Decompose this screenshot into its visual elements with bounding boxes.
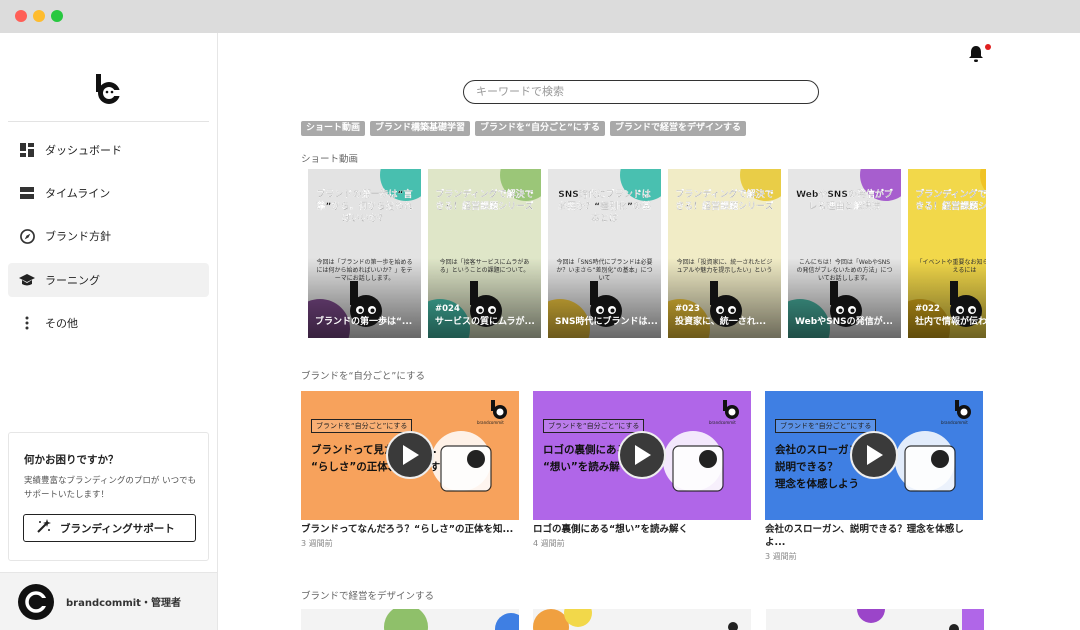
thumbnail-tag: ブランドを“自分ごと”にする	[775, 419, 877, 433]
sidebar-item-learning[interactable]: ラーニング	[8, 263, 209, 297]
short-video-card[interactable]: ブランドの第一歩は“言葉”から。何から始めればいいか？今回は「ブランドの第一歩を…	[308, 169, 421, 338]
more-vertical-icon	[19, 315, 35, 331]
thumbnail-tag: ブランドを“自分ごと”にする	[311, 419, 413, 433]
section-title-shorts: ショート動画	[301, 154, 359, 165]
section-title-jibungoto: ブランドを“自分ごと”にする	[301, 371, 425, 382]
branding-support-button[interactable]: ブランディングサポート	[23, 514, 196, 542]
short-headline: ブランディングで解決できる！経営課題シリーズ	[675, 190, 774, 212]
thumbnail-line: “想い”を読み解く	[543, 461, 631, 473]
maximize-window-button[interactable]	[51, 10, 63, 22]
brandcommit-logo	[489, 400, 509, 420]
video-title[interactable]: ロゴの裏側にある“想い”を読み解く	[533, 523, 751, 536]
brand-word: brandcommit	[941, 420, 968, 425]
short-headline: SNS時代にブランドは必要か？“差別化”の基本とは	[558, 190, 651, 224]
short-headline: ブランディングで解決できる！経営課題シリーズ	[915, 190, 986, 212]
shorts-row: ブランドの第一歩は“言葉”から。何から始めればいいか？今回は「ブランドの第一歩を…	[308, 169, 986, 338]
tag-list: ショート動画 ブランド構築基礎学習 ブランドを“自分ごと”にする ブランドで経営…	[301, 121, 746, 136]
thumbnail-tag: ブランドを“自分ごと”にする	[543, 419, 645, 433]
search-input[interactable]: キーワードで検索	[463, 80, 819, 104]
video-date: 3 週間前	[301, 539, 333, 548]
video-thumbnail[interactable]: ブランドを“自分ごと”にする ブランドって見た目だけ… “らしさ”の正体、教えます b…	[301, 391, 519, 520]
short-caption: ブランドの第一歩は“...	[315, 317, 413, 327]
brandcommit-logo	[953, 400, 973, 420]
user-bar[interactable]: brandcommit・管理者	[0, 572, 217, 630]
sidebar-item-timeline[interactable]: タイムライン	[8, 176, 209, 210]
help-text: 実績豊富なブランディングのプロが いつでもサポートいたします！	[24, 476, 197, 500]
video-card[interactable]: ブランドを“自分ごと”にする ブランドって見た目だけ… “らしさ”の正体、教えます b…	[301, 391, 519, 549]
video-date: 3 週間前	[765, 552, 797, 561]
thumbnail-line: ロゴの裏側にある	[543, 444, 627, 456]
window-titlebar	[0, 0, 1080, 33]
brandcommit-logo[interactable]	[94, 73, 124, 105]
video-title[interactable]: 会社のスローガン、説明できる？理念を体感しよ...	[765, 523, 983, 549]
brandcommit-avatar	[18, 583, 54, 620]
help-title: 何かお困りですか？	[24, 454, 119, 466]
user-name: brandcommit・管理者	[66, 598, 181, 609]
short-caption: 社内で情報が伝わら...	[915, 317, 986, 327]
short-caption: サービスの質にムラが...	[435, 317, 535, 327]
video-date: 4 週間前	[533, 539, 565, 548]
bell-icon[interactable]	[968, 45, 984, 63]
section-title-keiei: ブランドで経営をデザインする	[301, 591, 435, 602]
short-number: #022	[915, 304, 940, 314]
video-thumbnail[interactable]: ブランドを“自分ごと”にする ロゴの裏側にある “想い”を読み解く brandcomm…	[533, 391, 751, 520]
short-video-card[interactable]: ブランディングで解決できる！経営課題シリーズ今回は「接客サービスにムラがある」と…	[428, 169, 541, 338]
short-caption: SNS時代にブランドは...	[555, 317, 657, 327]
tag-jibungoto[interactable]: ブランドを“自分ごと”にする	[475, 121, 605, 136]
brandcommit-logo	[721, 400, 741, 420]
help-card: 何かお困りですか？ 実績豊富なブランディングのプロが いつでもサポートいたします…	[8, 432, 209, 561]
video-card[interactable]: ブランドを“自分ごと”にする ロゴの裏側にある “想い”を読み解く brandcomm…	[533, 391, 751, 549]
play-icon[interactable]	[850, 431, 898, 479]
video-title[interactable]: ブランドってなんだろう？“らしさ”の正体を知...	[301, 523, 519, 536]
magic-wand-icon	[36, 519, 51, 537]
short-headline: ブランディングで解決できる！経営課題シリーズ	[435, 190, 534, 212]
sidebar-item-dashboard[interactable]: ダッシュボード	[8, 133, 209, 167]
short-video-card[interactable]: WebやSNSの発信がブレる理由と解決法こんにちは！今回は「WebやSNSの発信…	[788, 169, 901, 338]
minimize-window-button[interactable]	[33, 10, 45, 22]
short-number: #024	[435, 304, 460, 314]
tag-keiei[interactable]: ブランドで経営をデザインする	[609, 121, 746, 136]
close-window-button[interactable]	[15, 10, 27, 22]
graduation-cap-icon	[19, 272, 35, 288]
short-video-card[interactable]: ブランディングで解決できる！経営課題シリーズ今回は「投資家に、統一されたビジュア…	[668, 169, 781, 338]
short-number: #023	[675, 304, 700, 314]
sidebar-item-brand-policy[interactable]: ブランド方針	[8, 219, 209, 253]
sidebar-item-other[interactable]: その他	[8, 306, 209, 340]
sidebar-item-label: ダッシュボード	[45, 144, 122, 157]
sidebar-item-label: ラーニング	[45, 274, 100, 287]
video-card[interactable]: ブランドを“自分ごと”にする 会社のスローガン、 説明できる？ 理念を体感しよう bra…	[765, 391, 983, 562]
sidebar-divider	[8, 121, 209, 122]
video-thumbnail-partial[interactable]	[533, 609, 751, 630]
main-content: キーワードで検索 ショート動画 ブランド構築基礎学習 ブランドを“自分ごと”にす…	[218, 33, 1080, 630]
support-button-label: ブランディングサポート	[60, 522, 175, 535]
video-thumbnail[interactable]: ブランドを“自分ごと”にする 会社のスローガン、 説明できる？ 理念を体感しよう bra…	[765, 391, 983, 520]
short-video-card[interactable]: SNS時代にブランドは必要か？“差別化”の基本とは今回は「SNS時代にブランドは…	[548, 169, 661, 338]
short-caption: 投資家に、統一され...	[675, 317, 766, 327]
tag-shorts[interactable]: ショート動画	[301, 121, 366, 136]
compass-icon	[19, 228, 35, 244]
video-thumbnail-partial[interactable]	[766, 609, 984, 630]
sidebar-item-label: ブランド方針	[45, 230, 111, 243]
play-icon[interactable]	[618, 431, 666, 479]
tag-brand-basics[interactable]: ブランド構築基礎学習	[370, 121, 471, 136]
short-headline: ブランドの第一歩は“言葉”から。何から始めればいいか？	[316, 190, 413, 224]
notification-dot	[985, 44, 991, 50]
dashboard-icon	[19, 142, 35, 158]
video-thumbnail-partial[interactable]	[301, 609, 519, 630]
sidebar-item-label: その他	[45, 317, 78, 330]
sidebar-item-label: タイムライン	[45, 187, 111, 200]
thumbnail-line: 説明できる？	[775, 461, 838, 473]
short-caption: WebやSNSの発信が...	[795, 317, 893, 327]
brand-word: brandcommit	[477, 420, 504, 425]
thumbnail-line: 理念を体感しよう	[775, 478, 859, 490]
timeline-icon	[19, 185, 35, 201]
brand-word: brandcommit	[709, 420, 736, 425]
short-video-card[interactable]: ブランディングで解決できる！経営課題シリーズ「イベントや重要なお知らせ」を伝える…	[908, 169, 986, 338]
sidebar: ダッシュボード タイムライン ブランド方針 ラーニング その他 何かお困りですか…	[0, 33, 218, 630]
play-icon[interactable]	[386, 431, 434, 479]
short-headline: WebやSNSの発信がブレる理由と解決法	[796, 190, 893, 212]
